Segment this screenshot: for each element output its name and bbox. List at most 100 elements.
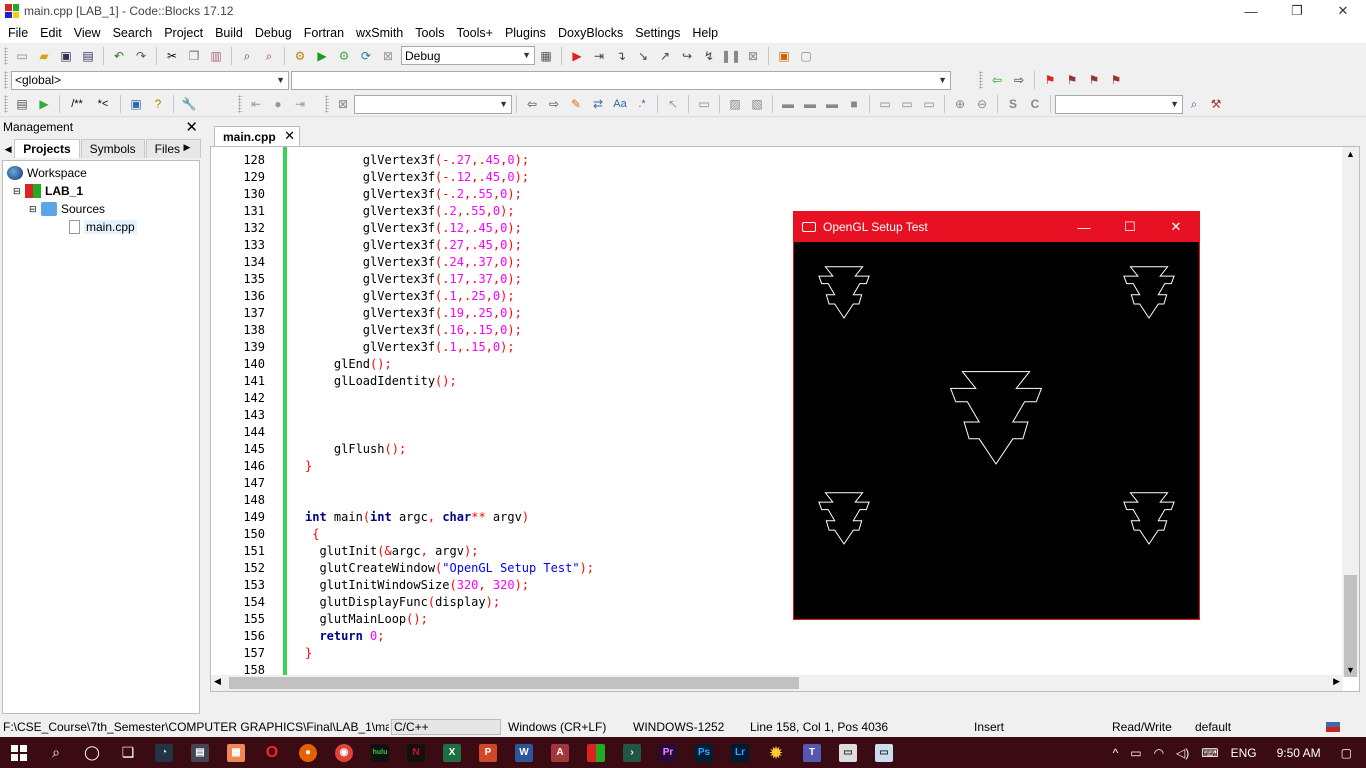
netflix-icon[interactable]: N (398, 737, 434, 768)
rebuild-icon[interactable]: ⟳ (357, 47, 375, 65)
powerpoint-icon[interactable]: P (470, 737, 506, 768)
word-icon[interactable]: W (506, 737, 542, 768)
app-clock-icon[interactable]: ◔ (146, 737, 182, 768)
menu-doxyblocks[interactable]: DoxyBlocks (552, 26, 629, 40)
layout-1-icon[interactable]: ▬ (779, 95, 797, 113)
function-select[interactable]: ▼ (291, 70, 951, 90)
teams-icon[interactable]: T (794, 737, 830, 768)
search-icon[interactable]: ⌕ (38, 737, 74, 768)
close-button[interactable]: ✕ (1320, 0, 1366, 22)
tree-folder[interactable]: ⊟ Sources (3, 200, 199, 218)
maximize-button[interactable]: ❐ (1274, 0, 1320, 22)
store-icon[interactable]: ▤ (182, 737, 218, 768)
next-instruction-icon[interactable]: ↪ (678, 47, 696, 65)
menu-tools[interactable]: Tools (409, 26, 450, 40)
find-icon[interactable]: ⌕ (238, 47, 256, 65)
bookmark-toggle-icon[interactable]: ⚑ (1041, 71, 1059, 89)
thread-search-prev-icon[interactable]: ⇤ (247, 95, 265, 113)
select-pointer-icon[interactable]: ↖ (664, 95, 682, 113)
block-comment-button[interactable]: /** (66, 95, 88, 113)
toolbar-grip[interactable] (979, 71, 983, 89)
close-icon[interactable]: ✕ (284, 128, 295, 144)
run-to-cursor-icon[interactable]: ⇥ (590, 47, 608, 65)
text-frame-icon[interactable]: ▧ (748, 95, 766, 113)
tree-file[interactable]: main.cpp (3, 218, 199, 236)
close-icon[interactable]: ✕ (185, 118, 198, 136)
layout-2-icon[interactable]: ▬ (801, 95, 819, 113)
close-button[interactable]: ✕ (1153, 212, 1199, 242)
rect-icon[interactable]: ▭ (695, 95, 713, 113)
code-line[interactable]: 157} (211, 644, 1341, 661)
premiere-icon[interactable]: Pr (650, 737, 686, 768)
run-icon[interactable]: ▶ (313, 47, 331, 65)
jump-back-icon[interactable]: ⇦ (988, 71, 1006, 89)
menu-edit[interactable]: Edit (34, 26, 68, 40)
search-next-icon[interactable]: ⇨ (545, 95, 563, 113)
collapse-icon[interactable]: ⊟ (13, 186, 25, 197)
stop-debug-icon[interactable]: ⊠ (744, 47, 762, 65)
volume-icon[interactable]: ◁) (1176, 746, 1189, 760)
zoom-in-icon[interactable]: ⊕ (951, 95, 969, 113)
zoom-out-icon[interactable]: ⊖ (973, 95, 991, 113)
build-target-select[interactable]: Debug ▼ (401, 46, 535, 65)
line-comment-button[interactable]: *< (92, 95, 114, 113)
build-run-icon[interactable]: ⚙ (335, 47, 353, 65)
photos-icon[interactable]: ▦ (218, 737, 254, 768)
code-line[interactable]: 128 glVertex3f(-.27,.45,0); (211, 151, 1341, 168)
toolbar-grip[interactable] (4, 71, 8, 89)
code-line[interactable]: 129 glVertex3f(-.12,.45,0); (211, 168, 1341, 185)
excel-icon[interactable]: X (434, 737, 470, 768)
open-file-icon[interactable]: ▰ (35, 47, 53, 65)
menu-settings[interactable]: Settings (629, 26, 686, 40)
collapse-icon[interactable]: ⊟ (29, 204, 41, 215)
scope-select[interactable]: <global> ▼ (11, 70, 289, 90)
s-symbol-icon[interactable]: S (1004, 95, 1022, 113)
clock[interactable]: 9:50 AM (1277, 746, 1321, 760)
thread-search-next-icon[interactable]: ⇥ (291, 95, 309, 113)
redo-icon[interactable]: ↷ (132, 47, 150, 65)
pause-icon[interactable]: ❚❚ (721, 47, 741, 65)
maximize-button[interactable]: ☐ (1107, 212, 1153, 242)
menu-search[interactable]: Search (107, 26, 159, 40)
access-icon[interactable]: A (542, 737, 578, 768)
tray-chevron-icon[interactable]: ^ (1113, 746, 1119, 760)
settings-icon[interactable]: ⚒ (1207, 95, 1225, 113)
firefox-icon[interactable]: ● (290, 737, 326, 768)
new-file-icon[interactable]: ▭ (13, 47, 31, 65)
extract-docs-icon[interactable]: ▶ (35, 95, 53, 113)
toolbar-grip[interactable] (238, 95, 242, 113)
run-chm-icon[interactable]: ? (149, 95, 167, 113)
wifi-icon[interactable]: ◠ (1154, 746, 1164, 760)
frame-2-icon[interactable]: ▭ (898, 95, 916, 113)
menu-help[interactable]: Help (686, 26, 724, 40)
paste-icon[interactable]: ▥ (207, 47, 225, 65)
magnifier-icon[interactable]: ⌕ (1185, 95, 1203, 113)
tab-scroll-left-icon[interactable]: ◀ (2, 140, 14, 158)
jump-forward-icon[interactable]: ⇨ (1010, 71, 1028, 89)
bookmark-prev-icon[interactable]: ⚑ (1063, 71, 1081, 89)
notifications-icon[interactable]: ▢ (1341, 746, 1352, 760)
scroll-right-icon[interactable]: ▶ (1333, 676, 1340, 687)
run-html-icon[interactable]: ▣ (127, 95, 145, 113)
cut-icon[interactable]: ✂ (163, 47, 181, 65)
opengl-app-icon[interactable]: ▭ (866, 737, 902, 768)
opengl-title-bar[interactable]: OpenGL Setup Test — ☐ ✕ (794, 212, 1199, 242)
menu-file[interactable]: File (2, 26, 34, 40)
task-view-icon[interactable]: ❏ (110, 737, 146, 768)
tab-scroll-right-icon[interactable]: ▶ (180, 138, 194, 156)
layout-4-icon[interactable]: ■ (845, 95, 863, 113)
frame-1-icon[interactable]: ▭ (876, 95, 894, 113)
replace-text-icon[interactable]: ⇄ (589, 95, 607, 113)
search-prev-icon[interactable]: ⇦ (523, 95, 541, 113)
debug-start-icon[interactable]: ▶ (568, 47, 586, 65)
layout-3-icon[interactable]: ▬ (823, 95, 841, 113)
scroll-up-icon[interactable]: ▲ (1346, 149, 1355, 159)
menu-fortran[interactable]: Fortran (298, 26, 350, 40)
sun-app-icon[interactable]: ✹ (758, 737, 794, 768)
opera-icon[interactable]: O (254, 737, 290, 768)
keyboard-icon[interactable]: ⌨ (1201, 746, 1218, 760)
lightroom-icon[interactable]: Lr (722, 737, 758, 768)
image-icon[interactable]: ▨ (726, 95, 744, 113)
thread-search-dot-icon[interactable]: ● (269, 95, 287, 113)
vertical-scrollbar[interactable]: ▲ ▼ (1342, 147, 1359, 677)
